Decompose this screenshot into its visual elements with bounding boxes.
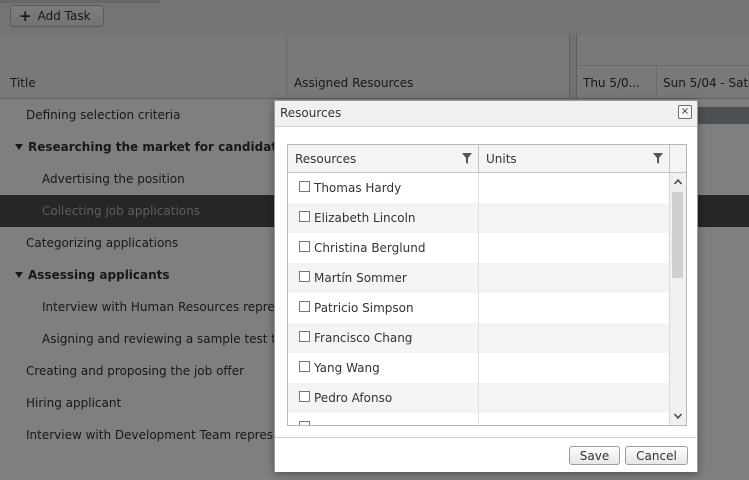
resource-checkbox[interactable]: [299, 241, 310, 252]
resource-row[interactable]: Yang Wang: [288, 353, 669, 383]
resource-checkbox[interactable]: [299, 181, 310, 192]
units-cell[interactable]: [479, 323, 669, 353]
units-column-label: Units: [486, 152, 517, 166]
units-cell[interactable]: [479, 383, 669, 413]
resource-name: Yang Wang: [314, 361, 380, 375]
units-cell[interactable]: [479, 233, 669, 263]
resource-name: Francisco Chang: [314, 331, 413, 345]
filter-icon[interactable]: [653, 153, 663, 164]
resource-cell: [288, 413, 479, 425]
resources-column-header[interactable]: Resources: [288, 145, 479, 172]
resource-checkbox[interactable]: [299, 211, 310, 222]
units-cell[interactable]: [479, 263, 669, 293]
resource-cell: Martín Sommer: [288, 263, 479, 293]
save-button[interactable]: Save: [569, 446, 620, 465]
dialog-titlebar[interactable]: Resources ×: [275, 101, 697, 127]
resource-row[interactable]: Pedro Afonso: [288, 383, 669, 413]
chevron-up-icon[interactable]: [673, 177, 683, 187]
resource-checkbox[interactable]: [299, 391, 310, 402]
resource-cell: Christina Berglund: [288, 233, 479, 263]
resource-cell: Yang Wang: [288, 353, 479, 383]
resource-cell: Patricio Simpson: [288, 293, 479, 323]
resource-cell: Thomas Hardy: [288, 173, 479, 203]
units-column-header[interactable]: Units: [479, 145, 670, 172]
resources-column-label: Resources: [295, 152, 357, 166]
resource-row[interactable]: Thomas Hardy: [288, 173, 669, 203]
resource-cell: Pedro Afonso: [288, 383, 479, 413]
units-cell[interactable]: [479, 203, 669, 233]
dialog-footer: Save Cancel: [275, 437, 697, 472]
close-icon[interactable]: ×: [678, 105, 692, 119]
resource-name: Thomas Hardy: [314, 181, 402, 195]
chevron-down-icon[interactable]: [673, 411, 683, 421]
units-cell[interactable]: [479, 173, 669, 203]
scrollbar-thumb[interactable]: [672, 192, 683, 278]
units-cell[interactable]: [479, 353, 669, 383]
resource-name: Christina Berglund: [314, 241, 426, 255]
units-cell[interactable]: [479, 413, 669, 425]
resource-checkbox[interactable]: [299, 331, 310, 342]
resources-dialog: Resources × Resources Units Thomas Hardy…: [274, 100, 698, 472]
resource-cell: Elizabeth Lincoln: [288, 203, 479, 233]
resource-row[interactable]: Patricio Simpson: [288, 293, 669, 323]
resource-row-partial[interactable]: [288, 413, 669, 425]
dialog-title: Resources: [280, 106, 342, 120]
resources-grid: Resources Units Thomas Hardy Elizabeth L…: [287, 144, 687, 426]
resource-checkbox[interactable]: [299, 301, 310, 312]
resource-row[interactable]: Francisco Chang: [288, 323, 669, 353]
resource-checkbox[interactable]: [299, 421, 310, 425]
resource-row[interactable]: Elizabeth Lincoln: [288, 203, 669, 233]
resource-name: Pedro Afonso: [314, 391, 393, 405]
filter-icon[interactable]: [462, 153, 472, 164]
resource-row[interactable]: Christina Berglund: [288, 233, 669, 263]
resource-checkbox[interactable]: [299, 271, 310, 282]
resource-row[interactable]: Martín Sommer: [288, 263, 669, 293]
resources-grid-body: Thomas Hardy Elizabeth Lincoln Christina…: [288, 173, 686, 425]
units-cell[interactable]: [479, 293, 669, 323]
gantt-app: + Add Task Title Assigned Resources Thu …: [0, 0, 749, 480]
resource-name: Martín Sommer: [314, 271, 407, 285]
resource-name: Elizabeth Lincoln: [314, 211, 416, 225]
resource-checkbox[interactable]: [299, 361, 310, 372]
cancel-button[interactable]: Cancel: [625, 446, 688, 465]
resources-grid-header: Resources Units: [288, 145, 686, 173]
vertical-scrollbar[interactable]: [669, 173, 686, 425]
resource-name: Patricio Simpson: [314, 301, 414, 315]
resource-cell: Francisco Chang: [288, 323, 479, 353]
